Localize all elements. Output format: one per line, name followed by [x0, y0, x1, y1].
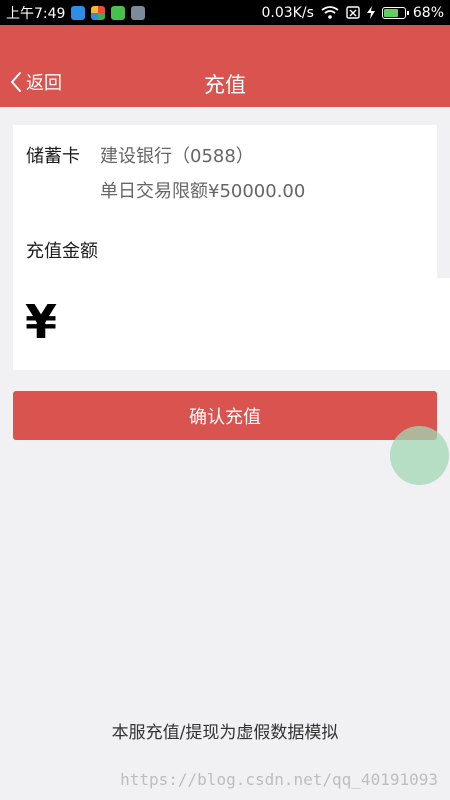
confirm-recharge-button[interactable]: 确认充值 [13, 391, 437, 440]
wechat-notification-icon [111, 5, 126, 20]
card-type-label: 储蓄卡 [26, 146, 80, 167]
amount-label: 充值金额 [26, 241, 98, 262]
battery-level: 68% [412, 4, 444, 21]
app-header: 返回 充值 [0, 25, 450, 107]
sim-blocked-icon [346, 6, 360, 19]
currency-symbol: ¥ [25, 295, 58, 349]
network-speed: 0.03K/s [261, 4, 314, 21]
app-notification-icon [91, 5, 106, 20]
wifi-icon [321, 6, 339, 19]
bank-name[interactable]: 建设银行（0588） [100, 142, 254, 168]
floating-ball[interactable] [390, 426, 449, 485]
battery-icon [381, 6, 409, 19]
status-bar: 上午7:49 0.03K/s 68% [0, 0, 450, 25]
amount-input[interactable] [83, 303, 423, 351]
page-title: 充值 [204, 73, 246, 97]
card-extension [437, 278, 450, 370]
charging-icon [366, 6, 375, 19]
recharge-card: 储蓄卡 建设银行（0588） 单日交易限额¥50000.00 充值金额 ¥ [13, 125, 437, 370]
status-time: 上午7:49 [6, 5, 66, 22]
watermark-url: https://blog.csdn.net/qq_40191093 [120, 770, 438, 789]
app-notification-icon [71, 5, 86, 20]
disclaimer-text: 本服充值/提现为虚假数据模拟 [111, 723, 339, 743]
app-notification-icon [131, 5, 146, 20]
daily-limit: 单日交易限额¥50000.00 [100, 181, 306, 202]
